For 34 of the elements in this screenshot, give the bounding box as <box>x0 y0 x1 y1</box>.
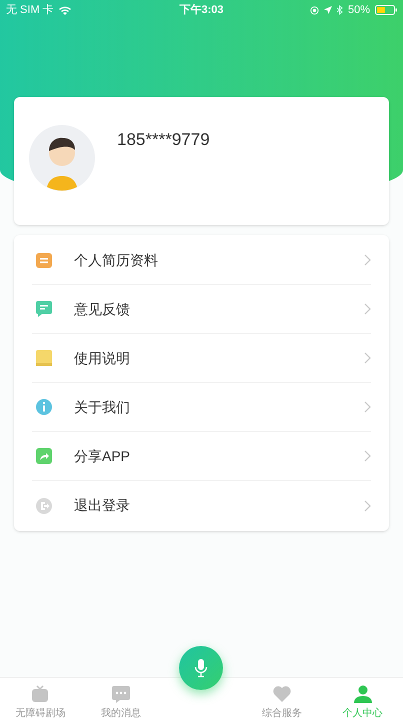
menu-item[interactable]: 意见反馈 <box>32 285 371 334</box>
voice-button[interactable] <box>179 646 224 690</box>
chevron-right-icon <box>364 303 371 315</box>
chevron-right-icon <box>364 254 371 266</box>
tv-icon <box>30 684 50 704</box>
chevron-right-icon <box>364 500 371 512</box>
menu-item[interactable]: 个人简历资料 <box>32 236 371 285</box>
bluetooth-icon <box>336 5 343 15</box>
person-icon <box>352 684 373 704</box>
battery-icon <box>375 5 397 15</box>
menu-item[interactable]: 分享APP <box>32 432 371 481</box>
menu-item[interactable]: 关于我们 <box>32 383 371 432</box>
microphone-icon <box>194 658 208 678</box>
clock-text: 下午3:03 <box>179 2 224 18</box>
lock-rotation-icon <box>310 6 319 14</box>
chevron-right-icon <box>364 450 371 462</box>
menu-label: 退出登录 <box>74 496 131 515</box>
menu-label: 关于我们 <box>74 398 131 416</box>
menu-label: 个人简历资料 <box>74 250 159 270</box>
heart-icon <box>272 684 292 704</box>
menu-label: 使用说明 <box>74 348 131 368</box>
avatar <box>29 125 95 191</box>
chevron-right-icon <box>364 401 371 413</box>
menu-item[interactable]: 退出登录 <box>32 481 371 530</box>
chat-icon <box>110 684 131 704</box>
battery-text: 50% <box>348 2 370 18</box>
carrier-text: 无 SIM 卡 <box>6 2 54 18</box>
wifi-icon <box>58 6 71 14</box>
menu-label: 分享APP <box>74 446 132 466</box>
phone-number: 185****9779 <box>117 129 210 151</box>
location-icon <box>324 6 332 14</box>
menu-label: 意见反馈 <box>74 300 131 318</box>
menu-item[interactable]: 使用说明 <box>32 334 371 383</box>
chevron-right-icon <box>364 352 371 364</box>
